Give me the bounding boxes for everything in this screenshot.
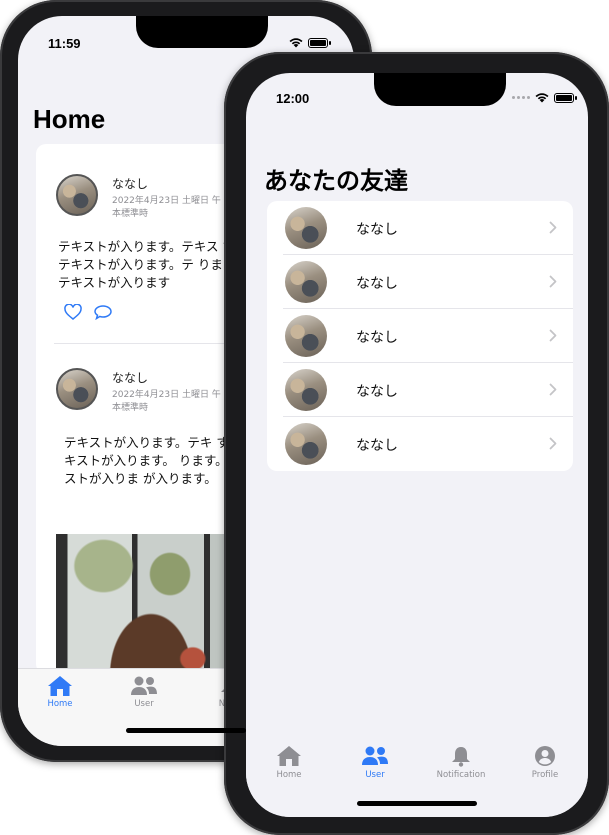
status-icons: [512, 92, 577, 103]
front-phone-screen: 12:00 あなたの友達 ななし ななし ななし ななし ななし Home Us…: [246, 73, 588, 817]
notch: [374, 73, 506, 106]
post-photo[interactable]: [56, 534, 246, 674]
home-indicator: [357, 801, 477, 806]
chevron-right-icon: [549, 329, 557, 342]
tab-user[interactable]: User: [332, 745, 418, 780]
status-icons: [288, 37, 331, 48]
notch: [136, 16, 268, 48]
heart-icon[interactable]: [64, 304, 82, 320]
avatar: [285, 369, 327, 411]
post-author: ななし: [112, 177, 149, 191]
avatar: [285, 261, 327, 303]
tab-home[interactable]: Home: [20, 675, 100, 709]
tab-label: Notification: [436, 770, 486, 780]
battery-icon: [554, 92, 577, 103]
front-phone-frame: 12:00 あなたの友達 ななし ななし ななし ななし ななし Home Us…: [224, 52, 609, 835]
friend-name: ななし: [356, 330, 398, 346]
chevron-right-icon: [549, 383, 557, 396]
avatar: [285, 207, 327, 249]
friend-row[interactable]: ななし: [267, 255, 573, 309]
post-timezone: 本標準時: [112, 403, 149, 413]
avatar[interactable]: [56, 174, 98, 216]
wifi-icon: [535, 93, 549, 103]
chevron-right-icon: [549, 275, 557, 288]
battery-icon: [308, 37, 331, 48]
tab-label: User: [365, 770, 385, 780]
friend-row[interactable]: ななし: [267, 363, 573, 417]
page-title: Home: [33, 104, 106, 134]
friend-name: ななし: [356, 222, 398, 238]
home-indicator: [126, 728, 246, 733]
comment-icon[interactable]: [94, 304, 112, 320]
post-author: ななし: [112, 371, 149, 385]
users-icon: [131, 676, 157, 695]
chevron-right-icon: [549, 221, 557, 234]
post-date: 2022年4月23日 土曜日 午: [112, 390, 221, 400]
house-icon: [277, 746, 301, 766]
tab-notification[interactable]: Notification: [418, 745, 504, 780]
cellular-signal-icon: [512, 96, 530, 99]
tab-label: User: [134, 699, 154, 709]
person-circle-icon: [535, 746, 555, 766]
friend-name: ななし: [356, 276, 398, 292]
friend-row[interactable]: ななし: [267, 309, 573, 363]
status-time: 12:00: [276, 91, 310, 106]
tab-label: Home: [47, 699, 73, 709]
friend-row[interactable]: ななし: [267, 201, 573, 255]
users-icon: [362, 746, 388, 765]
page-title: あなたの友達: [264, 167, 408, 195]
friend-name: ななし: [356, 384, 398, 400]
house-icon: [48, 676, 72, 696]
tab-home[interactable]: Home: [246, 745, 332, 780]
tab-label: Profile: [531, 770, 559, 780]
wifi-icon: [289, 38, 303, 48]
post-actions: [64, 304, 112, 320]
friend-list: ななし ななし ななし ななし ななし: [267, 201, 573, 471]
post-date: 2022年4月23日 土曜日 午: [112, 196, 221, 206]
friend-row[interactable]: ななし: [267, 417, 573, 471]
avatar[interactable]: [56, 368, 98, 410]
tab-profile[interactable]: Profile: [502, 745, 588, 780]
friend-name: ななし: [356, 438, 398, 454]
avatar: [285, 423, 327, 465]
status-time: 11:59: [48, 36, 81, 51]
tab-user[interactable]: User: [104, 675, 184, 709]
chevron-right-icon: [549, 437, 557, 450]
tab-label: Home: [276, 770, 302, 780]
avatar: [285, 315, 327, 357]
post-timezone: 本標準時: [112, 209, 149, 219]
bell-icon: [452, 747, 470, 767]
